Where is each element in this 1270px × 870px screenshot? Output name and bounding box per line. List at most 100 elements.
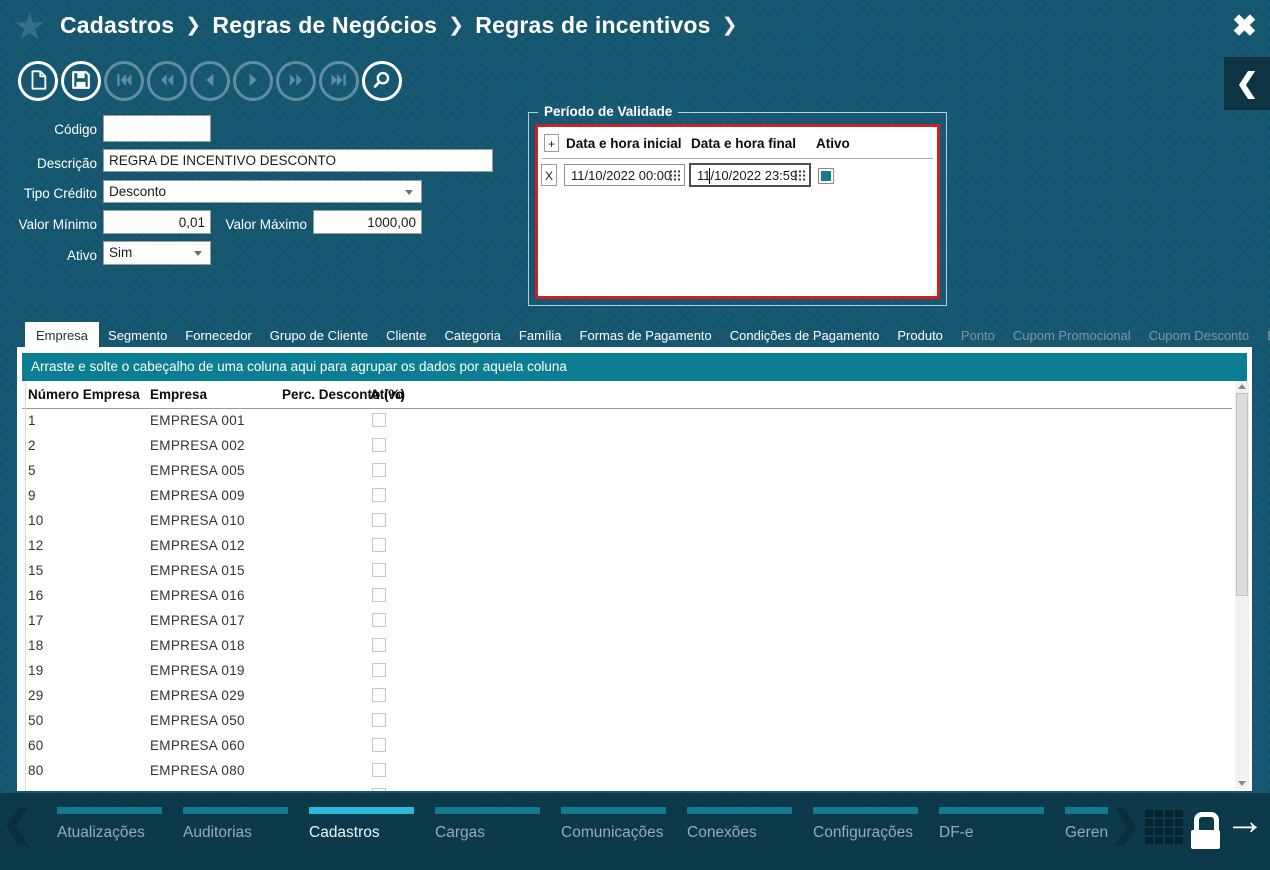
- table-row-partial[interactable]: [22, 784, 1232, 791]
- nav-item-atualiza-es[interactable]: Atualizações: [57, 807, 162, 859]
- tab-cliente[interactable]: Cliente: [377, 322, 435, 347]
- close-icon[interactable]: ✖: [1232, 12, 1257, 42]
- table-row[interactable]: 16 EMPRESA 016: [22, 584, 1232, 609]
- search-button[interactable]: [362, 61, 402, 101]
- periodo-ativo-checkbox[interactable]: [818, 168, 834, 184]
- table-row[interactable]: 1 EMPRESA 001: [22, 409, 1232, 434]
- nav-item-comunica-es[interactable]: Comunicações: [561, 807, 666, 859]
- nav-item-df-e[interactable]: DF-e: [939, 807, 1044, 859]
- tab-segmento[interactable]: Segmento: [99, 322, 176, 347]
- valor-minimo-input[interactable]: [103, 210, 211, 234]
- table-row[interactable]: 12 EMPRESA 012: [22, 534, 1232, 559]
- column-header-empresa[interactable]: Empresa: [150, 387, 207, 402]
- delete-period-button[interactable]: X: [541, 164, 557, 186]
- ativo-checkbox[interactable]: [372, 788, 386, 791]
- cell-empresa: EMPRESA 010: [150, 513, 245, 528]
- ativo-checkbox[interactable]: [372, 438, 386, 452]
- favorite-star-icon[interactable]: ★: [13, 8, 46, 45]
- periodo-validade-grid: + Data e hora inicial Data e hora final …: [535, 124, 940, 299]
- table-row[interactable]: 50 EMPRESA 050: [22, 709, 1232, 734]
- cell-empresa: EMPRESA 001: [150, 413, 245, 428]
- ativo-checkbox[interactable]: [372, 738, 386, 752]
- table-row[interactable]: 18 EMPRESA 018: [22, 634, 1232, 659]
- breadcrumb-item[interactable]: Regras de incentivos: [475, 12, 710, 38]
- data-hora-final-input[interactable]: 11/10/2022 23:59: [689, 163, 811, 187]
- breadcrumb-item[interactable]: Cadastros: [60, 12, 174, 38]
- add-period-button[interactable]: +: [544, 134, 559, 152]
- ativo-checkbox[interactable]: [372, 413, 386, 427]
- tab-empresa[interactable]: Empresa: [25, 322, 99, 347]
- tab-grupo-de-cliente[interactable]: Grupo de Cliente: [261, 322, 377, 347]
- ativo-checkbox[interactable]: [372, 638, 386, 652]
- table-row[interactable]: 60 EMPRESA 060: [22, 734, 1232, 759]
- scroll-up-icon[interactable]: [1238, 384, 1246, 389]
- table-row[interactable]: 17 EMPRESA 017: [22, 609, 1232, 634]
- tab-produto[interactable]: Produto: [888, 322, 952, 347]
- new-document-button[interactable]: [18, 61, 58, 101]
- ativo-checkbox[interactable]: [372, 563, 386, 577]
- scrollbar-thumb[interactable]: [1236, 393, 1248, 596]
- tab-condi-es-de-pagamento[interactable]: Condições de Pagamento: [721, 322, 889, 347]
- nav-scroll-left-icon[interactable]: ❮: [2, 805, 33, 842]
- ativo-checkbox[interactable]: [372, 588, 386, 602]
- table-row[interactable]: 80 EMPRESA 080: [22, 759, 1232, 784]
- ativo-checkbox[interactable]: [372, 663, 386, 677]
- tab-fam-lia[interactable]: Família: [510, 322, 571, 347]
- column-header-ativo[interactable]: Ativo: [370, 387, 404, 402]
- codigo-input[interactable]: [103, 115, 211, 142]
- date-picker-icon[interactable]: [794, 170, 805, 181]
- breadcrumb-item[interactable]: Regras de Negócios: [212, 12, 437, 38]
- ativo-checkbox[interactable]: [372, 688, 386, 702]
- nav-underline: [1065, 807, 1108, 814]
- nav-item-configura-es[interactable]: Configurações: [813, 807, 918, 859]
- valor-maximo-input[interactable]: [313, 210, 422, 234]
- side-panel-collapse-handle[interactable]: ❮: [1224, 57, 1270, 110]
- table-row[interactable]: 2 EMPRESA 002: [22, 434, 1232, 459]
- ativo-select[interactable]: Sim: [103, 241, 211, 265]
- nav-item-cadastros[interactable]: Cadastros: [309, 807, 414, 859]
- group-by-drop-zone[interactable]: Arraste e solte o cabeçalho de uma colun…: [22, 353, 1247, 381]
- scroll-down-icon[interactable]: [1238, 781, 1246, 786]
- descricao-label: Descrição: [0, 156, 97, 171]
- apps-grid-icon[interactable]: [1145, 810, 1183, 844]
- descricao-input[interactable]: [103, 149, 493, 172]
- tab-formas-de-pagamento[interactable]: Formas de Pagamento: [571, 322, 721, 347]
- nav-first-icon: [114, 70, 134, 93]
- table-row[interactable]: 9 EMPRESA 009: [22, 484, 1232, 509]
- ativo-checkbox[interactable]: [372, 713, 386, 727]
- ativo-checkbox[interactable]: [372, 488, 386, 502]
- lock-icon[interactable]: [1191, 812, 1221, 849]
- exit-arrow-icon[interactable]: →: [1225, 801, 1265, 841]
- table-row[interactable]: 10 EMPRESA 010: [22, 509, 1232, 534]
- tab-fornecedor[interactable]: Fornecedor: [176, 322, 260, 347]
- column-header-numero-empresa[interactable]: Número Empresa: [28, 387, 140, 402]
- nav-item-cargas[interactable]: Cargas: [435, 807, 540, 859]
- module-nav-items: Atualizações Auditorias Cadastros Cargas…: [57, 807, 1108, 859]
- ativo-checkbox[interactable]: [372, 463, 386, 477]
- nav-item-auditorias[interactable]: Auditorias: [183, 807, 288, 859]
- table-row[interactable]: 19 EMPRESA 019: [22, 659, 1232, 684]
- ativo-checkbox[interactable]: [372, 613, 386, 627]
- cell-numero-empresa: 12: [28, 538, 44, 553]
- table-row[interactable]: 29 EMPRESA 029: [22, 684, 1232, 709]
- table-header: Número Empresa Empresa Perc. Desconto (%…: [22, 381, 1232, 409]
- tipo-credito-select[interactable]: Desconto: [103, 180, 422, 203]
- breadcrumb: Cadastros❯Regras de Negócios❯Regras de i…: [60, 12, 749, 39]
- date-picker-icon[interactable]: [669, 170, 680, 181]
- ativo-checkbox[interactable]: [372, 513, 386, 527]
- ativo-checkbox[interactable]: [372, 763, 386, 777]
- nav-item-conex-es[interactable]: Conexões: [687, 807, 792, 859]
- table-row[interactable]: 15 EMPRESA 015: [22, 559, 1232, 584]
- valor-minimo-label: Valor Mínimo: [0, 217, 97, 232]
- data-hora-inicial-input[interactable]: 11/10/2022 00:00: [564, 164, 685, 186]
- vertical-scrollbar[interactable]: [1235, 381, 1249, 789]
- cell-empresa: EMPRESA 012: [150, 538, 245, 553]
- module-nav-bar: ❮ Atualizações Auditorias Cadastros Carg…: [0, 793, 1270, 870]
- table-row[interactable]: 5 EMPRESA 005: [22, 459, 1232, 484]
- tab-categoria[interactable]: Categoria: [436, 322, 510, 347]
- nav-forward-icon: [286, 70, 306, 93]
- save-button[interactable]: [61, 61, 101, 101]
- ativo-checkbox[interactable]: [372, 538, 386, 552]
- nav-scroll-right-icon[interactable]: ❯: [1110, 805, 1141, 842]
- nav-item-gerenciamento[interactable]: Gerenciamento: [1065, 807, 1108, 859]
